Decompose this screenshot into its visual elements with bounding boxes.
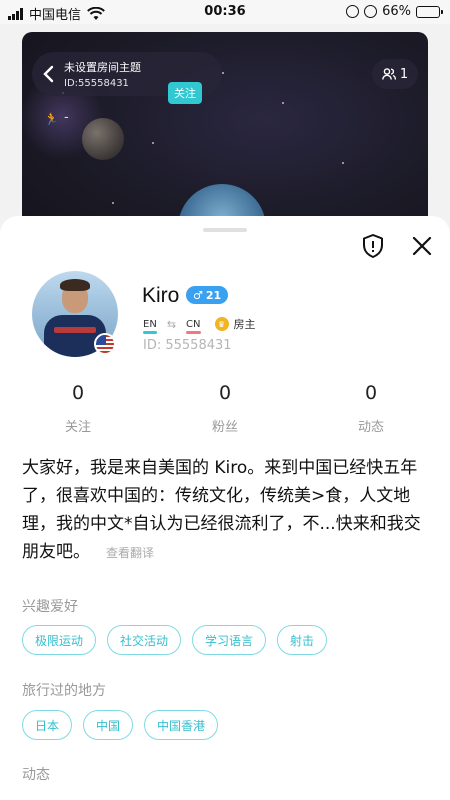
stat-following[interactable]: 0 关注 [38, 382, 118, 435]
users-icon [381, 68, 396, 80]
back-button[interactable] [32, 52, 64, 96]
language-row: EN ⇆ CN ♛ 房主 [143, 316, 256, 336]
stat-moments[interactable]: 0 动态 [331, 382, 411, 435]
hobbies-title: 兴趣爱好 [22, 599, 78, 615]
follow-room-button[interactable]: 关注 [168, 82, 202, 104]
bio-text: 大家好，我是来自美国的 Kiro。来到中国已经快五年了，很喜欢中国的：传统文化，… [22, 454, 432, 567]
status-bar: 中国电信 00:36 66% [0, 0, 450, 24]
drag-handle[interactable] [203, 228, 247, 232]
place-tags: 日本 中国 中国香港 [22, 710, 219, 740]
hobby-tags: 极限运动 社交活动 学习语言 射击 [22, 625, 328, 655]
age: 21 [205, 288, 222, 302]
profile-sheet: Kiro ♂ 21 EN ⇆ CN ♛ 房主 ID: 55558431 0 关注… [0, 216, 450, 800]
place-tag[interactable]: 日本 [22, 710, 73, 740]
bio-content: 大家好，我是来自美国的 Kiro。来到中国已经快五年了，很喜欢中国的：传统文化，… [22, 458, 421, 562]
battery-icon [416, 5, 443, 18]
gender-age-badge: ♂ 21 [186, 286, 229, 304]
host-crown-icon: ♛ [214, 317, 229, 331]
user-id: ID: 55558431 [143, 338, 232, 353]
hobby-tag[interactable]: 射击 [277, 625, 328, 655]
male-icon: ♂ [193, 288, 203, 302]
chevron-left-icon [43, 65, 54, 83]
translate-link[interactable]: 查看翻译 [106, 546, 154, 560]
hobby-tag[interactable]: 学习语言 [192, 625, 267, 655]
user-name: Kiro [142, 284, 180, 307]
us-flag-icon [94, 333, 116, 355]
battery-percent: 66% [382, 4, 411, 19]
language-from: EN [143, 319, 157, 334]
room-title-pill: 未设置房间主题 ID:55558431 关注 [32, 52, 222, 104]
travel-title: 旅行过的地方 [22, 683, 106, 699]
rotation-lock-icon [346, 5, 360, 18]
close-icon[interactable] [411, 235, 433, 257]
stat-followers[interactable]: 0 粉丝 [185, 382, 265, 435]
member-count-button[interactable]: 1 [372, 59, 418, 89]
member-count: 1 [399, 66, 409, 82]
hobby-tag[interactable]: 社交活动 [107, 625, 182, 655]
hobby-tag[interactable]: 极限运动 [22, 625, 97, 655]
place-tag[interactable]: 中国香港 [144, 710, 219, 740]
shield-report-icon[interactable] [361, 233, 385, 259]
alarm-icon [364, 5, 378, 18]
role-label: 房主 [233, 318, 256, 331]
room-title: 未设置房间主题 [64, 61, 141, 74]
room-id: ID:55558431 [64, 78, 129, 89]
planet-decoration [82, 118, 124, 160]
swap-icon: ⇆ [166, 317, 177, 331]
place-tag[interactable]: 中国 [83, 710, 134, 740]
room-status-text: - [64, 110, 69, 125]
running-figure-icon: 🏃 [44, 112, 59, 126]
moments-title: 动态 [22, 767, 50, 783]
language-to: CN [186, 319, 201, 334]
